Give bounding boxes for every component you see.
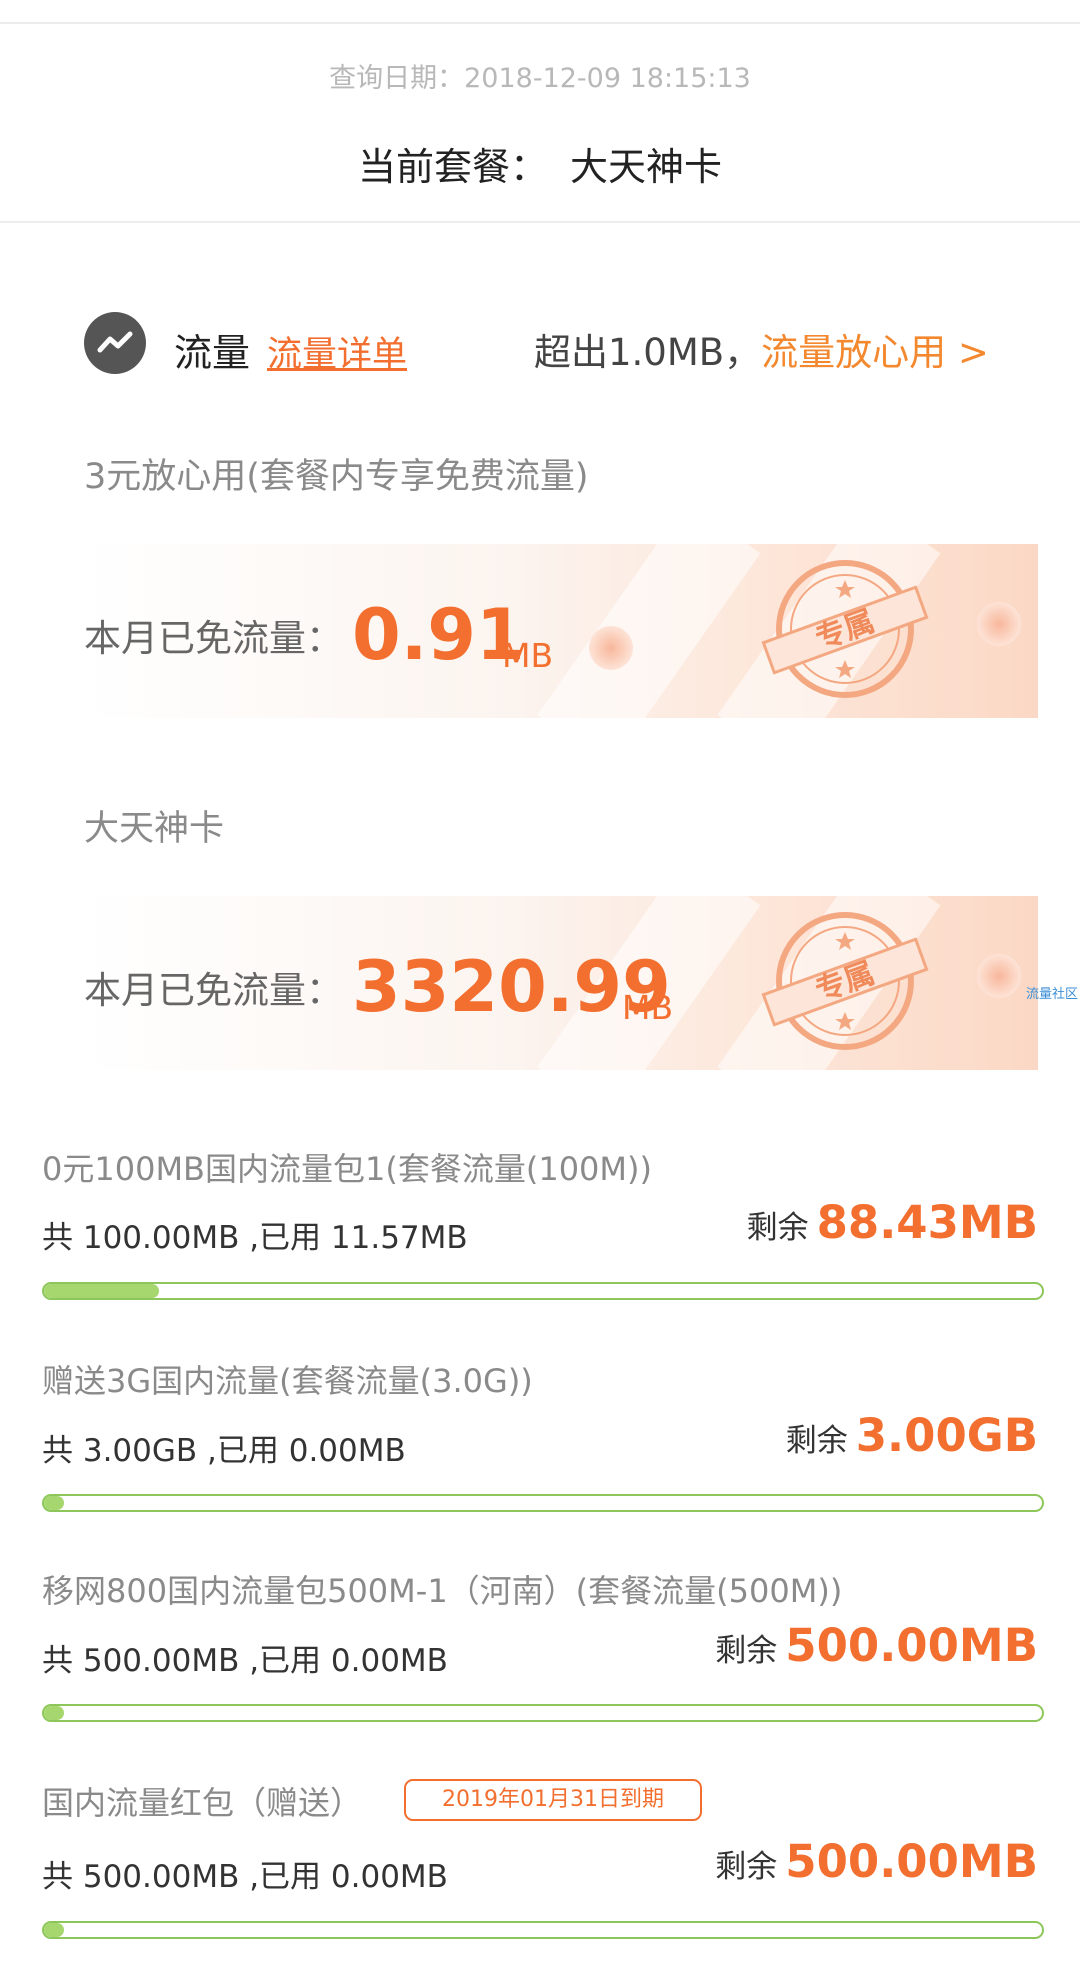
trend-chart-icon (84, 312, 146, 374)
flow-detail-link[interactable]: 流量详单 (267, 326, 407, 377)
remaining-label: 剩余 (746, 1210, 809, 1246)
free-flow-label: 本月已免流量： (84, 969, 343, 1012)
package-usage: 共 500.00MB ,已用 0.00MB (42, 1643, 448, 1679)
package-usage: 共 500.00MB ,已用 0.00MB (42, 1859, 448, 1895)
remaining-value: 3.00GB (855, 1409, 1038, 1462)
exceed-text: 超出1.0MB， (534, 331, 762, 374)
free-section-title: 3元放心用(套餐内专享免费流量) (84, 457, 589, 497)
package-name: 移网800国内流量包500M-1（河南）(套餐流量(500M)) (42, 1572, 843, 1610)
remaining-label: 剩余 (785, 1423, 848, 1459)
remaining-value: 88.43MB (816, 1196, 1038, 1249)
remaining-value: 500.00MB (785, 1835, 1038, 1888)
package-name: 国内流量红包（赠送） (42, 1784, 363, 1822)
free-flow-unit: MB (622, 988, 674, 1027)
current-plan: 当前套餐： 大天神卡 (0, 136, 1080, 191)
usage-progress-bar (42, 1704, 1044, 1722)
usage-progress-fill (44, 1496, 64, 1510)
free-flow-unit: MB (502, 636, 554, 675)
query-date: 查询日期：2018-12-09 18:15:13 (329, 63, 751, 94)
package-remaining: 剩余 500.00MB (715, 1835, 1038, 1888)
expiry-badge: 2019年01月31日到期 (404, 1779, 702, 1821)
usage-progress-bar (42, 1921, 1044, 1939)
free-flow-label: 本月已免流量： (84, 617, 343, 660)
usage-progress-fill (44, 1284, 160, 1298)
package-name: 0元100MB国内流量包1(套餐流量(100M)) (42, 1150, 652, 1188)
usage-progress-fill (44, 1923, 64, 1937)
remaining-value: 500.00MB (785, 1619, 1038, 1672)
flow-title: 流量 (174, 331, 251, 375)
header-divider (0, 221, 1080, 223)
free-flow-banner: 本月已免流量： 0.91 MB 专属 (84, 544, 1038, 718)
remaining-label: 剩余 (715, 1849, 778, 1885)
package-remaining: 剩余 88.43MB (747, 1196, 1038, 1249)
stamp-text: 专属 (811, 956, 879, 1009)
package-usage: 共 3.00GB ,已用 0.00MB (42, 1433, 406, 1469)
package-usage: 共 100.00MB ,已用 11.57MB (42, 1220, 468, 1256)
worry-free-link[interactable]: 流量放心用 > (761, 331, 989, 374)
remaining-label: 剩余 (715, 1633, 778, 1669)
usage-progress-bar (42, 1282, 1044, 1300)
package-name: 赠送3G国内流量(套餐流量(3.0G)) (42, 1362, 533, 1400)
usage-progress-bar (42, 1494, 1044, 1512)
plan-label: 当前套餐： (357, 145, 548, 189)
plan-name: 大天神卡 (570, 145, 723, 189)
exceed-info: 超出1.0MB，流量放心用 > (534, 322, 989, 376)
side-tag[interactable]: 流量社区 (1026, 983, 1078, 1002)
exclusive-stamp: 专属 (760, 554, 930, 708)
free-flow-banner: 本月已免流量： 3320.99 MB 专属 (84, 896, 1038, 1070)
usage-progress-fill (44, 1706, 64, 1720)
free-section-title: 大天神卡 (84, 809, 225, 849)
stamp-text: 专属 (811, 604, 879, 657)
free-flow-value: 0.91 (352, 594, 525, 676)
package-remaining: 剩余 500.00MB (715, 1619, 1038, 1672)
top-divider (0, 22, 1080, 24)
package-remaining: 剩余 3.00GB (786, 1409, 1038, 1462)
exclusive-stamp: 专属 (760, 906, 930, 1060)
